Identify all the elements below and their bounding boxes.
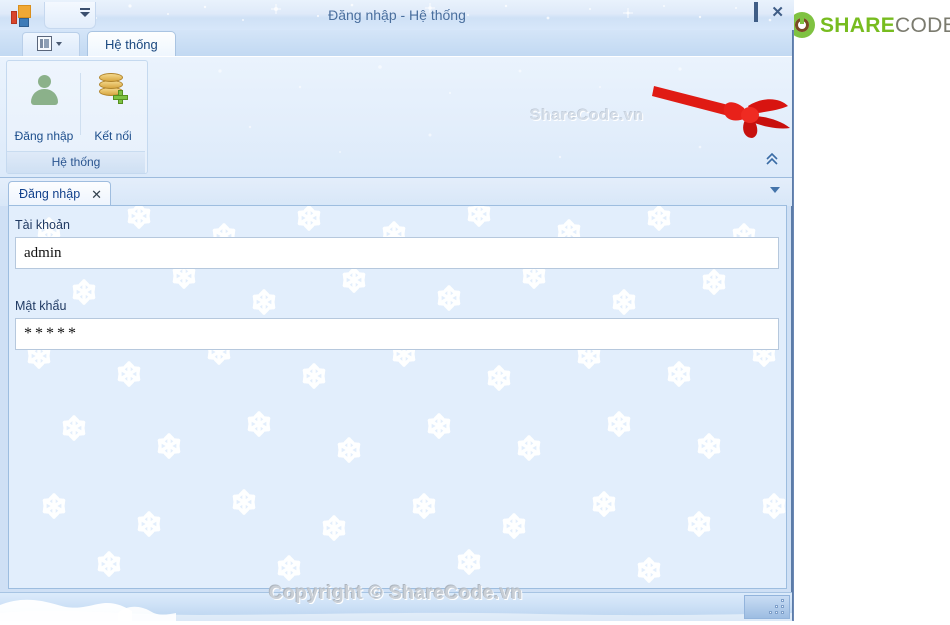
logo-share-text: SHARE	[820, 13, 896, 37]
window-title: Đăng nhập - Hệ thống	[328, 7, 466, 23]
ribbon-group-label: Hệ thống	[7, 151, 145, 173]
ribbon-watermark: ShareCode.vn	[530, 107, 644, 124]
window-controls: ✕	[741, 2, 784, 22]
password-label: Mật khẩu	[15, 299, 67, 313]
login-form-panel: Tài khoản admin Mật khẩu ***** Nhớ mật k…	[8, 205, 787, 589]
maximize-button[interactable]	[754, 2, 759, 22]
account-input-value: admin	[24, 244, 62, 261]
screen-root: SHARECODE.vn	[0, 0, 950, 625]
document-tab-dang-nhap[interactable]: Đăng nhập ✕	[8, 181, 112, 207]
document-tab-label: Đăng nhập	[19, 187, 81, 201]
password-input-value: *****	[24, 325, 79, 342]
password-input[interactable]: *****	[15, 318, 779, 350]
document-tab-strip: Đăng nhập ✕	[0, 178, 792, 207]
tab-list-dropdown-icon[interactable]	[770, 187, 780, 193]
user-icon	[30, 75, 58, 105]
logo-code-text: CODE	[895, 13, 950, 37]
account-label: Tài khoản	[15, 218, 70, 232]
ribbon-button-dang-nhap-label: Đăng nhập	[14, 129, 74, 143]
ribbon-button-dang-nhap[interactable]: Đăng nhập	[12, 67, 76, 145]
copyright-watermark: Copyright © ShareCode.vn	[268, 583, 524, 604]
sharecode-logo: SHARECODE.vn	[789, 12, 950, 38]
ribbon-button-ket-noi-label: Kết nối	[94, 129, 132, 143]
close-icon[interactable]: ✕	[91, 188, 102, 201]
chevron-double-up-icon[interactable]	[764, 152, 780, 169]
close-button[interactable]: ✕	[771, 5, 784, 20]
ribbon-menu-chevron-down-icon[interactable]	[56, 42, 62, 46]
ribbon-group-body: Đăng nhập Kết nối	[7, 61, 145, 149]
ribbon-body: Đăng nhập Kết nối Hệ thống ShareCode.vn	[0, 56, 792, 179]
title-bar[interactable]: Đăng nhập - Hệ thống ✕	[0, 0, 794, 30]
application-window: Đăng nhập - Hệ thống ✕ Hệ thống Đăng nhậ…	[0, 0, 794, 621]
sharecode-logo-text: SHARECODE.vn	[820, 15, 950, 36]
chevron-double-up-glyph	[766, 152, 778, 165]
ribbon-menu-icon	[37, 36, 52, 51]
maximize-icon	[754, 2, 759, 22]
account-input[interactable]: admin	[15, 237, 779, 269]
database-add-icon	[97, 73, 128, 105]
ribbon-button-ket-noi[interactable]: Kết nối	[81, 67, 145, 145]
ribbon-tab-he-thong[interactable]: Hệ thống	[87, 31, 176, 57]
red-ribbon-bow-decoration	[652, 86, 790, 138]
ribbon-group-he-thong: Đăng nhập Kết nối Hệ thống	[6, 60, 148, 174]
ribbon: Hệ thống Đăng nhập Kết nối Hệ thống Shar…	[0, 30, 792, 179]
